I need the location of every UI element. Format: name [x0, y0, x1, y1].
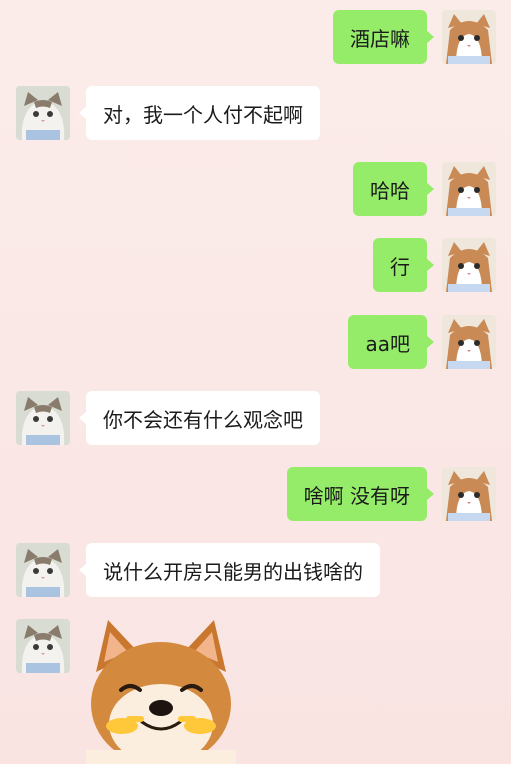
- contact-avatar[interactable]: [16, 619, 70, 673]
- my-message-bubble[interactable]: 行: [373, 238, 434, 292]
- message-row: 行: [0, 238, 511, 294]
- cat-avatar-icon: [442, 10, 496, 64]
- message-row: aa吧: [0, 315, 511, 371]
- message-row: 说什么开房只能男的出钱啥的: [0, 543, 511, 599]
- message-row: 酒店嘛: [0, 10, 511, 66]
- message-row: [0, 619, 511, 675]
- my-avatar[interactable]: [442, 238, 496, 292]
- cat-avatar-icon: [442, 162, 496, 216]
- cat-avatar-icon: [16, 391, 70, 445]
- cat-avatar-icon: [442, 467, 496, 521]
- cat-avatar-icon: [16, 619, 70, 673]
- my-avatar[interactable]: [442, 467, 496, 521]
- contact-message-bubble[interactable]: 对，我一个人付不起啊: [79, 86, 320, 140]
- my-avatar[interactable]: [442, 162, 496, 216]
- cat-avatar-icon: [442, 238, 496, 292]
- contact-avatar[interactable]: [16, 86, 70, 140]
- cat-avatar-icon: [16, 543, 70, 597]
- message-row: 你不会还有什么观念吧: [0, 391, 511, 447]
- contact-message-bubble[interactable]: 说什么开房只能男的出钱啥的: [79, 543, 380, 597]
- message-row: 哈哈: [0, 162, 511, 218]
- shiba-sticker[interactable]: [86, 612, 236, 764]
- my-message-bubble[interactable]: 酒店嘛: [333, 10, 434, 64]
- cat-avatar-icon: [16, 86, 70, 140]
- my-message-bubble[interactable]: aa吧: [348, 315, 434, 369]
- contact-avatar[interactable]: [16, 391, 70, 445]
- contact-avatar[interactable]: [16, 543, 70, 597]
- shiba-dog-icon: [86, 620, 236, 764]
- message-row: 对，我一个人付不起啊: [0, 86, 511, 142]
- my-message-bubble[interactable]: 啥啊 没有呀: [286, 467, 435, 521]
- my-message-bubble[interactable]: 哈哈: [353, 162, 434, 216]
- cat-avatar-icon: [442, 315, 496, 369]
- contact-message-bubble[interactable]: 你不会还有什么观念吧: [79, 391, 320, 445]
- my-avatar[interactable]: [442, 10, 496, 64]
- message-row: 啥啊 没有呀: [0, 467, 511, 523]
- my-avatar[interactable]: [442, 315, 496, 369]
